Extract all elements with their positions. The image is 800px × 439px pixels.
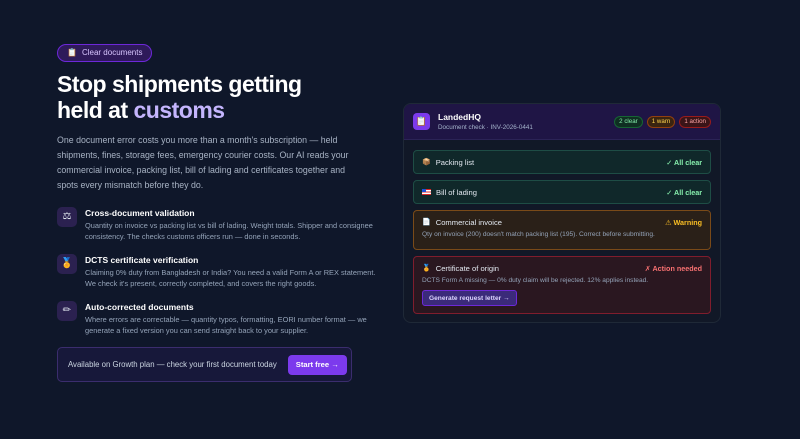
cta-text: Available on Growth plan — check your fi…: [68, 360, 277, 369]
medal-icon: 🏅: [57, 253, 77, 274]
page-title: Stop shipments getting held at customs: [57, 71, 367, 123]
row-note: DCTS Form A missing — 0% duty claim will…: [422, 277, 649, 284]
scale-icon: ⚖: [57, 206, 77, 227]
row-status: ✗ Action needed: [644, 263, 702, 273]
medal-icon: 🏅: [422, 265, 431, 272]
cta-banner: Available on Growth plan — check your fi…: [57, 347, 352, 382]
feature-desc: Where errors are correctable — quantity …: [85, 314, 367, 336]
hero-section: 📋 Clear documents Stop shipments getting…: [57, 42, 375, 348]
feature-item: 🏅 DCTS certificate verification Claiming…: [57, 253, 375, 290]
document-row-packing-list[interactable]: 📦 Packing list ✓ All clear: [413, 150, 711, 174]
document-row-commercial-invoice[interactable]: 📄 Commercial invoice ⚠ Warning Qty on in…: [413, 210, 711, 250]
clipboard-icon: 📋: [67, 48, 77, 57]
feature-item: ⚖ Cross-document validation Quantity on …: [57, 206, 373, 243]
box-icon: 📦: [422, 159, 431, 166]
feature-desc: Quantity on invoice vs packing list vs b…: [85, 220, 373, 242]
row-status: ✓ All clear: [666, 157, 702, 167]
document-rows: 📦 Packing list ✓ All clear Bill of ladin…: [404, 140, 720, 314]
feature-title: DCTS certificate verification: [85, 254, 199, 265]
feature-list: ⚖ Cross-document validation Quantity on …: [57, 206, 375, 337]
generate-request-letter-button[interactable]: Generate request letter →: [422, 290, 517, 306]
title-accent: customs: [133, 96, 226, 123]
feature-title: Auto-corrected documents: [85, 301, 194, 312]
clear-count-badge: 2 clear: [614, 115, 643, 128]
card-header: 📋 LandedHQ Document check · INV-2026-044…: [404, 104, 720, 140]
pencil-icon: ✏: [57, 300, 77, 321]
row-label: Commercial invoice: [435, 217, 502, 227]
document-row-certificate-of-origin[interactable]: 🏅 Certificate of origin ✗ Action needed …: [413, 256, 711, 314]
brand-name: LandedHQ: [438, 111, 481, 122]
pill-label: Clear documents: [81, 48, 143, 57]
clear-documents-pill: 📋 Clear documents: [57, 43, 153, 62]
feature-item: ✏ Auto-corrected documents Where errors …: [57, 300, 367, 337]
flag-icon: [422, 189, 431, 195]
row-label: Certificate of origin: [435, 263, 500, 273]
row-label: Packing list: [435, 157, 475, 167]
feature-title: Cross-document validation: [85, 207, 195, 218]
feature-desc: Claiming 0% duty from Bangladesh or Indi…: [85, 267, 376, 289]
clipboard-logo-icon: 📋: [413, 113, 430, 130]
document-check-card: 📋 LandedHQ Document check · INV-2026-044…: [403, 103, 721, 323]
document-icon: 📄: [422, 219, 431, 226]
row-note: Qty on invoice (200) doesn't match packi…: [422, 231, 655, 238]
row-status: ✓ All clear: [666, 187, 702, 197]
row-label: Bill of lading: [436, 187, 477, 197]
title-line2-prefix: held at: [57, 96, 134, 123]
warn-count-badge: 1 warn: [646, 115, 676, 128]
status-badges: 2 clear 1 warn 1 action: [614, 115, 711, 128]
row-status: ⚠ Warning: [665, 217, 702, 227]
document-row-bill-of-lading[interactable]: Bill of lading ✓ All clear: [413, 180, 711, 204]
title-line1: Stop shipments getting: [57, 70, 302, 97]
intro-text: One document error costs you more than a…: [57, 134, 349, 190]
action-count-badge: 1 action: [679, 115, 711, 128]
start-free-button[interactable]: Start free →: [287, 354, 347, 375]
card-subtitle: Document check · INV-2026-0441: [438, 123, 533, 131]
